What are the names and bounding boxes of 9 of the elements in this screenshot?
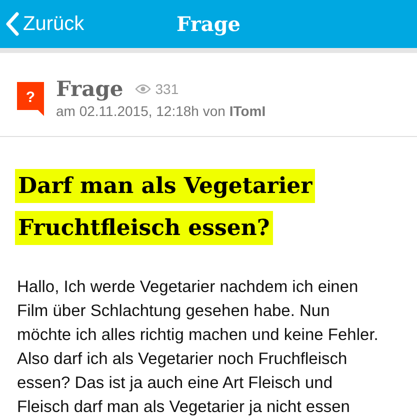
- question-body: Hallo, Ich werde Vegetarier nachdem ich einen Film über Schlachtung gesehen habe. Nun möchte ich alles richtig machen und keine Fehler. Also darf ich als Vegetarier noch Fruchfleisch essen? Das ist ja auch eine Art Fleisch und Fleisch darf man als Vegetarier ja nicht essen: [16, 277, 380, 418]
- eye-icon: [135, 84, 152, 94]
- post-meta: am 02.11.2015, 12:18h von ITomI: [56, 102, 266, 120]
- question-mark-icon: ?: [17, 82, 44, 116]
- back-chevron-icon: [5, 12, 19, 36]
- view-count: 331: [155, 80, 179, 98]
- nav-title: Frage: [176, 11, 241, 38]
- post-type-label: Frage: [56, 76, 124, 102]
- back-button[interactable]: Zurück: [0, 9, 84, 39]
